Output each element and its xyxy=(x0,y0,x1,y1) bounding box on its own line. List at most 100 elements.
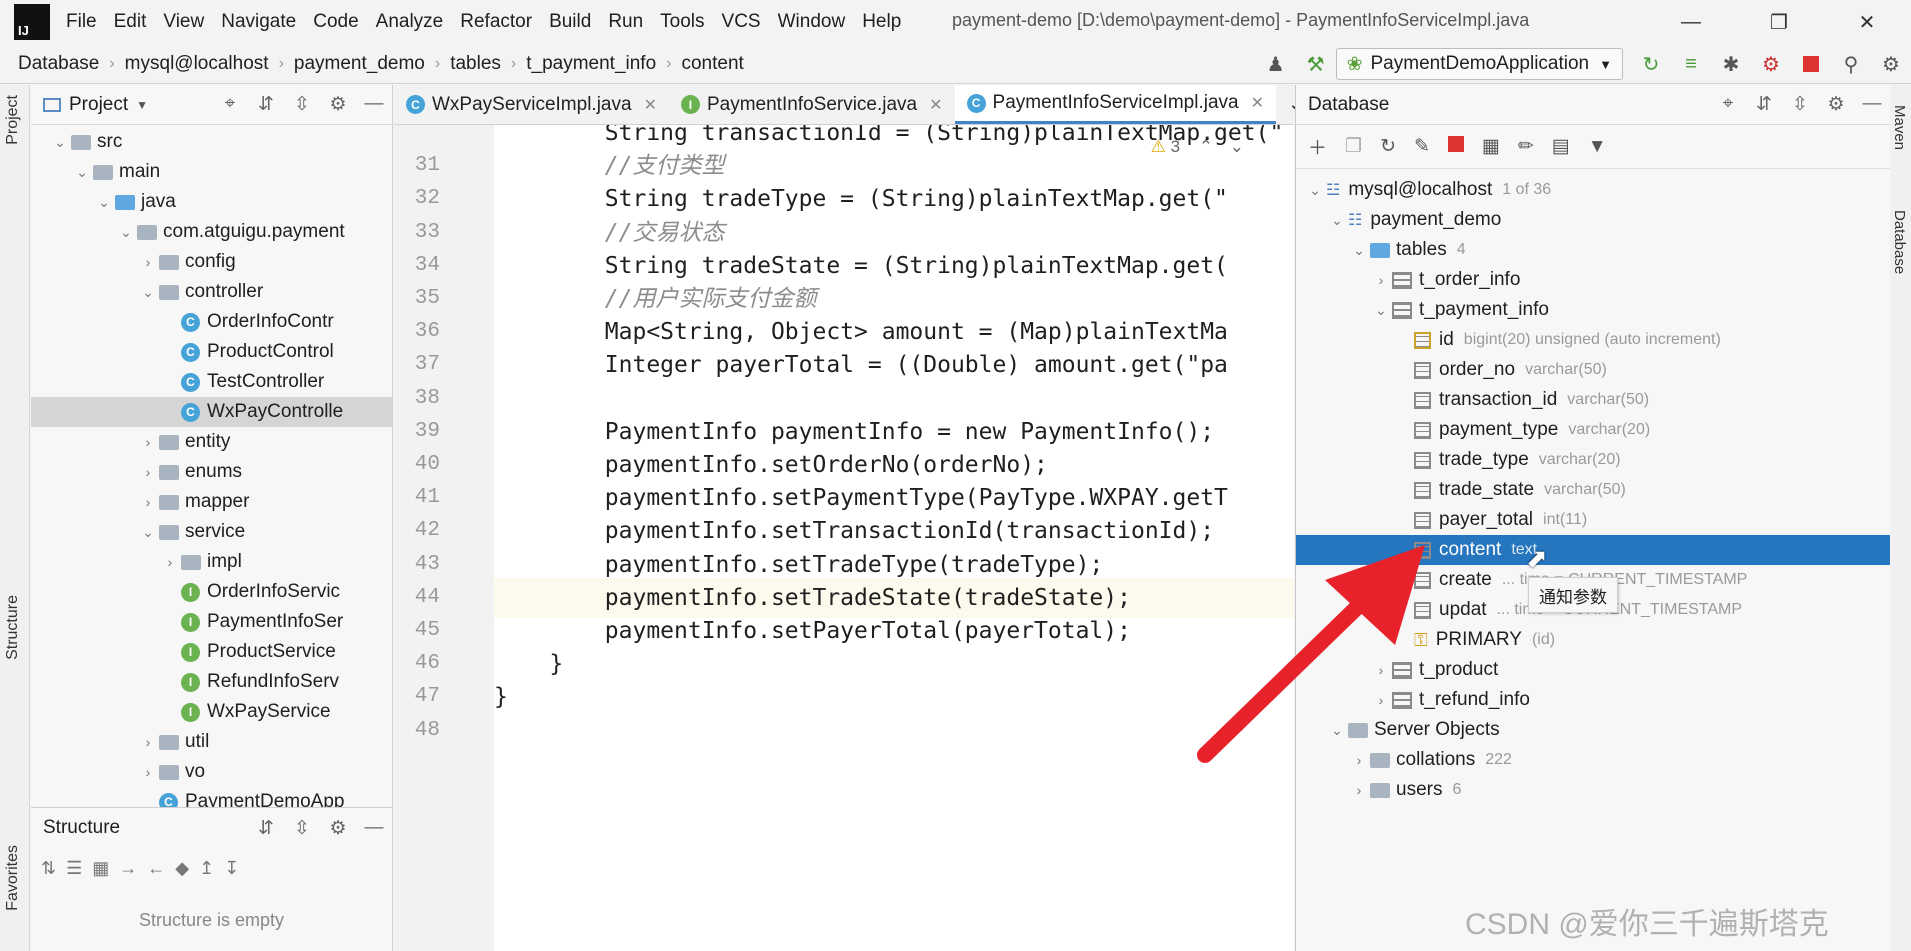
expand-all-icon[interactable]: ⇵ xyxy=(248,817,284,840)
breadcrumb-item[interactable]: payment_demo xyxy=(294,53,425,75)
close-icon[interactable]: ✕ xyxy=(1823,0,1911,44)
database-tree-item[interactable]: ⌄ ☳ mysql@localhost 1 of 36 xyxy=(1296,175,1890,205)
code-area[interactable]: String transactionId = (String)plainText… xyxy=(494,125,1294,951)
chevron-down-icon[interactable]: ▼ xyxy=(136,98,148,112)
project-tree-item[interactable]: C ProductControl xyxy=(31,337,392,367)
project-tree-item[interactable]: I PaymentInfoSer xyxy=(31,607,392,637)
run-configuration-select[interactable]: ❀ PaymentDemoApplication ▼ xyxy=(1335,48,1623,80)
collapse-icon[interactable]: ← xyxy=(147,858,165,879)
edit-icon[interactable]: ✏ xyxy=(1518,135,1534,158)
menu-refactor[interactable]: Refactor xyxy=(460,11,532,33)
filter-icon[interactable]: ▼ xyxy=(1588,136,1607,158)
chevron-right-icon[interactable]: › xyxy=(137,254,159,270)
sort-alphabetically-icon[interactable]: ⇅ xyxy=(41,858,56,879)
chevron-down-icon[interactable]: ⌄ xyxy=(137,284,159,301)
breadcrumb-item[interactable]: tables xyxy=(450,53,501,75)
project-tree-item[interactable]: ⌄ main xyxy=(31,157,392,187)
code-line[interactable]: paymentInfo.setPayerTotal(payerTotal); xyxy=(494,611,1131,651)
add-icon[interactable]: ＋ xyxy=(1308,133,1327,160)
collapse-all-icon[interactable]: ⇳ xyxy=(1782,93,1818,116)
database-tree-item[interactable]: › users 6 xyxy=(1296,775,1890,805)
hide-icon[interactable]: — xyxy=(1854,93,1890,116)
menu-vcs[interactable]: VCS xyxy=(722,11,761,33)
project-tree-item[interactable]: I WxPayService xyxy=(31,697,392,727)
chevron-down-icon[interactable]: ⌄ xyxy=(1326,212,1348,229)
chevron-right-icon[interactable]: › xyxy=(137,734,159,750)
project-tree-item[interactable]: › enums xyxy=(31,457,392,487)
debug-icon[interactable]: ✱ xyxy=(1717,50,1745,78)
show-inherited-icon[interactable]: ▦ xyxy=(92,858,109,879)
database-tree-item[interactable]: trade_state varchar(50) xyxy=(1296,475,1890,505)
expand-all-icon[interactable]: ⇵ xyxy=(248,93,284,116)
chevron-right-icon[interactable]: › xyxy=(1348,782,1370,798)
breadcrumb-item[interactable]: t_payment_info xyxy=(526,53,656,75)
menu-edit[interactable]: Edit xyxy=(114,11,147,33)
database-tree-item[interactable]: id bigint(20) unsigned (auto increment) xyxy=(1296,325,1890,355)
breadcrumb-item[interactable]: mysql@localhost xyxy=(125,53,269,75)
tab-favorites[interactable]: Favorites xyxy=(4,845,22,911)
stop-icon[interactable] xyxy=(1447,135,1464,158)
chevron-right-icon[interactable]: › xyxy=(137,494,159,510)
project-tree-item[interactable]: › impl xyxy=(31,547,392,577)
menu-build[interactable]: Build xyxy=(549,11,591,33)
menu-window[interactable]: Window xyxy=(778,11,846,33)
gear-icon[interactable]: ⚙ xyxy=(320,817,356,840)
hide-icon[interactable]: — xyxy=(356,817,392,840)
edit-schema-icon[interactable]: ✎ xyxy=(1414,135,1430,158)
project-panel-title[interactable]: Project xyxy=(69,94,128,116)
project-tree-item[interactable]: I OrderInfoServic xyxy=(31,577,392,607)
close-tab-icon[interactable]: ✕ xyxy=(644,95,657,115)
database-tree-item[interactable]: transaction_id varchar(50) xyxy=(1296,385,1890,415)
project-tree-item[interactable]: › util xyxy=(31,727,392,757)
project-tree-item[interactable]: › vo xyxy=(31,757,392,787)
gear-icon[interactable]: ⚙ xyxy=(1818,93,1854,116)
database-tree-item[interactable]: payment_type varchar(20) xyxy=(1296,415,1890,445)
rerun-icon[interactable]: ↻ xyxy=(1637,50,1665,78)
database-tree-item[interactable]: ⌄ tables 4 xyxy=(1296,235,1890,265)
database-tree-item[interactable]: ⌄ ☷ payment_demo xyxy=(1296,205,1890,235)
editor-tab[interactable]: C PaymentInfoServiceImpl.java ✕ xyxy=(954,85,1277,124)
menu-view[interactable]: View xyxy=(163,11,204,33)
breadcrumb-item[interactable]: content xyxy=(681,53,743,75)
database-tree-item[interactable]: order_no varchar(50) xyxy=(1296,355,1890,385)
anonymous-classes-icon[interactable]: ◆ xyxy=(175,858,189,879)
gear-icon[interactable]: ⚙ xyxy=(320,93,356,116)
tab-project[interactable]: Project xyxy=(4,95,22,145)
project-tree-item[interactable]: › config xyxy=(31,247,392,277)
table-view-icon[interactable]: ▦ xyxy=(1482,135,1500,158)
chevron-right-icon[interactable]: › xyxy=(137,434,159,450)
project-tree-item[interactable]: › mapper xyxy=(31,487,392,517)
project-tree-item[interactable]: C TestController xyxy=(31,367,392,397)
restore-icon[interactable]: ❐ xyxy=(1735,0,1823,44)
menu-code[interactable]: Code xyxy=(313,11,358,33)
chevron-right-icon[interactable]: › xyxy=(137,764,159,780)
build-hammer-icon[interactable]: ⚒ xyxy=(1302,50,1330,78)
collapse-all-icon[interactable]: ⇳ xyxy=(284,817,320,840)
coverage-icon[interactable]: ≡ xyxy=(1677,50,1705,78)
chevron-right-icon[interactable]: › xyxy=(159,554,181,570)
chevron-down-icon[interactable]: ⌄ xyxy=(1370,302,1392,319)
refresh-icon[interactable]: ↻ xyxy=(1380,135,1396,158)
database-tree-item[interactable]: trade_type varchar(20) xyxy=(1296,445,1890,475)
console-icon[interactable]: ▤ xyxy=(1552,135,1570,158)
collapse-all-icon[interactable]: ⇳ xyxy=(284,93,320,116)
project-tree-item[interactable]: I RefundInfoServ xyxy=(31,667,392,697)
minimize-icon[interactable]: — xyxy=(1647,0,1735,44)
menu-analyze[interactable]: Analyze xyxy=(376,11,444,33)
user-icon[interactable]: ♟ xyxy=(1262,50,1290,78)
breadcrumb-item[interactable]: Database xyxy=(18,53,99,75)
project-tree-item[interactable]: C PaymentDemoApp xyxy=(31,787,392,807)
project-tree-item[interactable]: I ProductService xyxy=(31,637,392,667)
settings-icon[interactable]: ⚙ xyxy=(1877,50,1905,78)
menu-navigate[interactable]: Navigate xyxy=(221,11,296,33)
expand-icon[interactable]: → xyxy=(119,858,137,879)
chevron-down-icon[interactable]: ⌄ xyxy=(137,524,159,541)
tab-database[interactable]: Database xyxy=(1891,210,1908,274)
duplicate-icon[interactable]: ❐ xyxy=(1345,135,1362,158)
editor-tab[interactable]: C WxPayServiceImpl.java ✕ xyxy=(394,85,669,124)
project-tree-item[interactable]: ⌄ controller xyxy=(31,277,392,307)
stop-icon[interactable] xyxy=(1797,50,1825,78)
expand-all-icon[interactable]: ⇵ xyxy=(1746,93,1782,116)
scroll-to-source-icon[interactable]: ↧ xyxy=(224,858,239,879)
menu-file[interactable]: File xyxy=(66,11,97,33)
